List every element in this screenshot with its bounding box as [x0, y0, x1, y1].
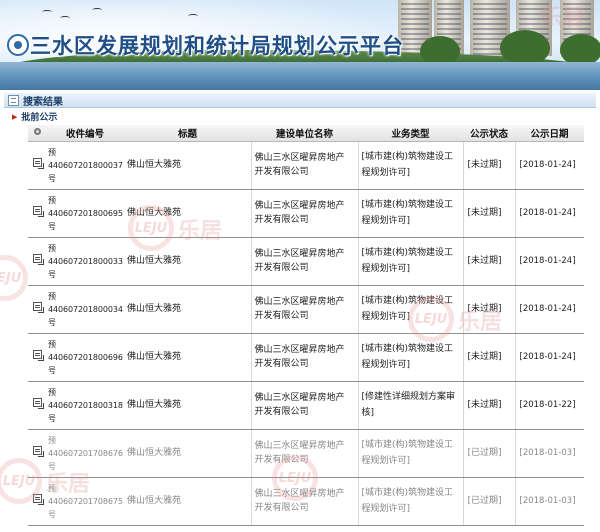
business-type: [城市建(构)筑物建设工 程规划许可]	[357, 141, 463, 190]
column-header[interactable]: 收件编号	[46, 125, 124, 142]
table-row[interactable]: 预 440607201800318 号佛山恒大雅苑 佛山三水区曜昇房地产 开发有限公司[…	[28, 381, 584, 430]
receipt-number: 预 440607201800695 号	[46, 189, 124, 238]
table-header-row: 收件编号 标题 建设单位名称 业务类型 公示状态 公示日期	[28, 125, 584, 142]
logo-icon	[7, 34, 29, 56]
watermark: LEJU	[0, 255, 28, 301]
table-row[interactable]: 预 440607201800034 号佛山恒大雅苑 佛山三水区曜昇房地产 开发有限公司[…	[28, 285, 584, 334]
receipt-number: 预 440607201800033 号	[46, 237, 124, 286]
banner-water	[0, 62, 600, 90]
business-type: [城市建(构)筑物建设工 程规划许可]	[357, 429, 463, 478]
column-header[interactable]: 公示状态	[463, 125, 515, 142]
project-title[interactable]: 佛山恒大雅苑	[124, 189, 251, 238]
business-type: [城市建(构)筑物建设工 程规划许可]	[357, 189, 463, 238]
business-type: [城市建(构)筑物建设工 程规划许可]	[357, 285, 463, 334]
sub-nav: ▶ 批前公示	[4, 110, 57, 124]
publish-date: [2018-01-03]	[514, 477, 584, 526]
pre-approval-link[interactable]: 批前公示	[21, 110, 57, 123]
row-icon-cell	[28, 477, 46, 526]
business-type: [城市建(构)筑物建设工 程规划许可]	[357, 333, 463, 382]
search-results-title: 搜索结果	[23, 96, 63, 108]
business-type: [城市建(构)筑物建设工 程规划许可]	[357, 477, 463, 526]
developer-name: 佛山三水区曜昇房地产 开发有限公司	[250, 141, 358, 190]
document-icon[interactable]	[32, 494, 44, 505]
table-row[interactable]: 预 440607201800037 号佛山恒大雅苑 佛山三水区曜昇房地产 开发有限公司[…	[28, 141, 584, 190]
row-icon-cell	[28, 237, 46, 286]
project-title[interactable]: 佛山恒大雅苑	[124, 477, 251, 526]
status-badge: [未过期]	[462, 189, 515, 238]
project-title[interactable]: 佛山恒大雅苑	[124, 429, 251, 478]
document-icon[interactable]	[32, 206, 44, 217]
developer-name: 佛山三水区曜昇房地产 开发有限公司	[250, 237, 358, 286]
document-icon[interactable]	[32, 398, 44, 409]
project-title[interactable]: 佛山恒大雅苑	[124, 141, 251, 190]
status-badge: [未过期]	[462, 333, 515, 382]
document-icon[interactable]	[32, 158, 44, 169]
developer-name: 佛山三水区曜昇房地产 开发有限公司	[250, 285, 358, 334]
publish-date: [2018-01-22]	[514, 381, 584, 430]
business-type: [城市建(构)筑物建设工 程规划许可]	[357, 237, 463, 286]
row-icon-cell	[28, 333, 46, 382]
column-header[interactable]: 标题	[124, 125, 251, 142]
status-badge: [未过期]	[462, 381, 515, 430]
project-title[interactable]: 佛山恒大雅苑	[124, 237, 251, 286]
search-results-bar: 搜索结果	[4, 93, 596, 108]
publish-date: [2018-01-24]	[514, 189, 584, 238]
receipt-number: 预 440607201800037 号	[46, 141, 124, 190]
page-title: 三水区发展规划和统计局规划公示平台	[30, 34, 404, 58]
row-icon-cell	[28, 381, 46, 430]
publish-date: [2018-01-24]	[514, 237, 584, 286]
header-banner: 三水区发展规划和统计局规划公示平台	[0, 0, 600, 90]
column-header[interactable]: 建设单位名称	[251, 125, 358, 142]
publish-date: [2018-01-24]	[514, 141, 584, 190]
column-header[interactable]: 公示日期	[515, 125, 584, 142]
business-type: [修建性详细规划方案审 核]	[357, 381, 463, 430]
bird-graphic	[42, 10, 52, 14]
publish-date: [2018-01-03]	[514, 429, 584, 478]
developer-name: 佛山三水区曜昇房地产 开发有限公司	[250, 429, 358, 478]
table-row[interactable]: 预 440607201800033 号佛山恒大雅苑 佛山三水区曜昇房地产 开发有限公司[…	[28, 237, 584, 286]
receipt-number: 预 440607201800696 号	[46, 333, 124, 382]
publish-date: [2018-01-24]	[514, 285, 584, 334]
table-row[interactable]: 预 440607201800695 号佛山恒大雅苑 佛山三水区曜昇房地产 开发有限公司[…	[28, 189, 584, 238]
project-title[interactable]: 佛山恒大雅苑	[124, 333, 251, 382]
document-icon[interactable]	[32, 254, 44, 265]
developer-name: 佛山三水区曜昇房地产 开发有限公司	[250, 189, 358, 238]
row-icon-cell	[28, 189, 46, 238]
status-badge: [未过期]	[462, 237, 515, 286]
corner-cell	[28, 125, 46, 142]
table-row[interactable]: 预 440607201800696 号佛山恒大雅苑 佛山三水区曜昇房地产 开发有限公司[…	[28, 333, 584, 382]
list-icon	[8, 94, 19, 106]
tree-graphic	[500, 30, 550, 66]
document-icon[interactable]	[32, 350, 44, 361]
receipt-number: 预 440607201800034 号	[46, 285, 124, 334]
row-icon-cell	[28, 141, 46, 190]
bird-graphic	[60, 16, 70, 20]
receipt-number: 预 440607201708676 号	[46, 429, 124, 478]
status-badge: [未过期]	[462, 285, 515, 334]
project-title[interactable]: 佛山恒大雅苑	[124, 285, 251, 334]
triangle-right-icon: ▶	[12, 112, 18, 121]
developer-name: 佛山三水区曜昇房地产 开发有限公司	[250, 477, 358, 526]
watermark-logo: LEJU	[0, 255, 28, 301]
publish-date: [2018-01-24]	[514, 333, 584, 382]
document-icon[interactable]	[32, 446, 44, 457]
column-header[interactable]: 业务类型	[358, 125, 463, 142]
status-badge: [已过期]	[462, 429, 515, 478]
row-icon-cell	[28, 285, 46, 334]
receipt-number: 预 440607201800318 号	[46, 381, 124, 430]
results-table: 收件编号 标题 建设单位名称 业务类型 公示状态 公示日期 预 440607201…	[28, 125, 584, 526]
status-badge: [已过期]	[462, 477, 515, 526]
document-icon[interactable]	[32, 302, 44, 313]
row-icon-cell	[28, 429, 46, 478]
bird-graphic	[188, 14, 198, 18]
developer-name: 佛山三水区曜昇房地产 开发有限公司	[250, 333, 358, 382]
project-title[interactable]: 佛山恒大雅苑	[124, 381, 251, 430]
table-row[interactable]: 预 440607201708675 号佛山恒大雅苑 佛山三水区曜昇房地产 开发有限公司[…	[28, 477, 584, 526]
status-badge: [未过期]	[462, 141, 515, 190]
developer-name: 佛山三水区曜昇房地产 开发有限公司	[250, 381, 358, 430]
settings-icon	[33, 128, 41, 136]
receipt-number: 预 440607201708675 号	[46, 477, 124, 526]
table-row[interactable]: 预 440607201708676 号佛山恒大雅苑 佛山三水区曜昇房地产 开发有限公司[…	[28, 429, 584, 478]
bird-graphic	[92, 8, 102, 12]
